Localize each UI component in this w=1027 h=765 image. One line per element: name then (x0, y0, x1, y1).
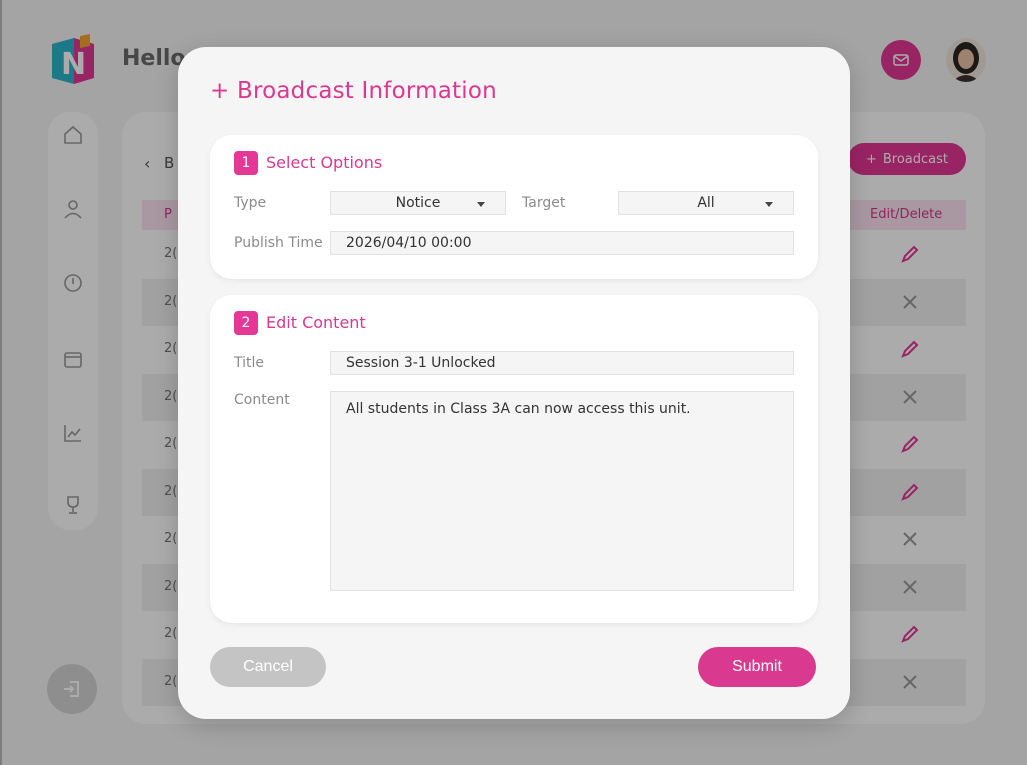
chevron-down-icon (477, 202, 485, 207)
type-select-value: Notice (395, 195, 441, 211)
step-badge: 2 (234, 311, 258, 335)
edit-content-section: 2 Edit Content Title Session 3-1 Unlocke… (210, 295, 818, 623)
cancel-button[interactable]: Cancel (210, 647, 326, 687)
modal-title: + Broadcast Information (210, 78, 497, 104)
target-select-value: All (697, 195, 715, 211)
section-heading: Edit Content (266, 313, 366, 332)
section-heading: Select Options (266, 153, 383, 172)
title-input[interactable]: Session 3-1 Unlocked (330, 351, 794, 375)
broadcast-modal: + Broadcast Information 1 Select Options… (178, 47, 850, 719)
step-badge: 1 (234, 151, 258, 175)
type-select[interactable]: Notice (330, 191, 506, 215)
content-textarea[interactable]: All students in Class 3A can now access … (330, 391, 794, 591)
chevron-down-icon (765, 202, 773, 207)
target-select[interactable]: All (618, 191, 794, 215)
title-input-value: Session 3-1 Unlocked (346, 355, 496, 371)
title-label: Title (234, 355, 265, 371)
publish-time-value: 2026/04/10 00:00 (346, 235, 472, 251)
submit-button[interactable]: Submit (698, 647, 816, 687)
target-label: Target (522, 195, 566, 211)
content-textarea-value: All students in Class 3A can now access … (346, 401, 691, 417)
content-label: Content (234, 392, 290, 408)
type-label: Type (234, 195, 267, 211)
publish-time-input[interactable]: 2026/04/10 00:00 (330, 231, 794, 255)
publish-time-label: Publish Time (234, 235, 323, 251)
select-options-section: 1 Select Options Type Notice Target All … (210, 135, 818, 279)
